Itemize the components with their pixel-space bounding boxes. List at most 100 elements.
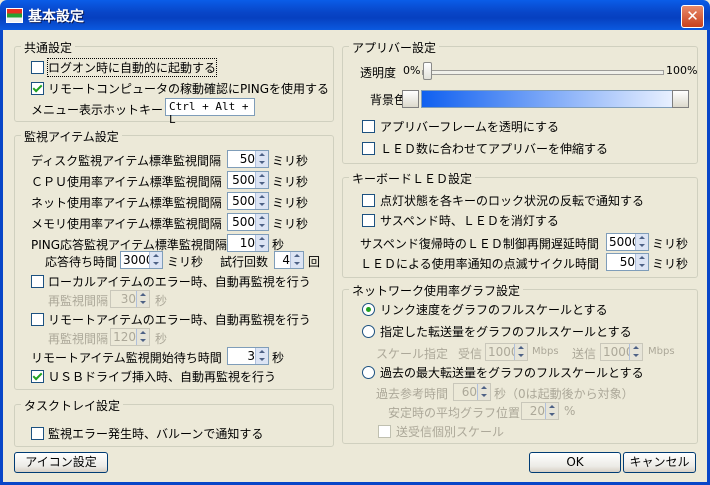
- transparency-slider-thumb[interactable]: [423, 62, 432, 80]
- spin-arrows-icon[interactable]: [635, 254, 648, 270]
- monitor-row-value: 10: [239, 236, 255, 250]
- monitor-row-spin[interactable]: 50: [227, 150, 269, 168]
- timeout-unit: ミリ秒: [167, 255, 204, 269]
- hotkey-label: メニュー表示ホットキー: [31, 103, 164, 117]
- ref-time-spin[interactable]: 60: [453, 383, 491, 401]
- title-bar: 基本設定 ✕: [0, 0, 710, 30]
- monitor-row-value: 500: [232, 194, 255, 208]
- remote-interval-label: 再監視間隔: [48, 332, 109, 346]
- monitor-row-spin[interactable]: 10: [227, 234, 269, 252]
- fullscale-fixed-radio[interactable]: [362, 325, 375, 338]
- timeout-value: 3000: [123, 253, 154, 267]
- local-interval-value: 30: [120, 292, 136, 306]
- frame-transparent-checkbox[interactable]: [362, 120, 375, 133]
- monitor-row-label: ＣＰＵ使用率アイテム標準監視間隔: [31, 175, 222, 189]
- remote-wait-spin[interactable]: 3: [227, 347, 269, 365]
- monitor-row-label: ディスク監視アイテム標準監視間隔: [31, 154, 221, 168]
- monitor-row-unit: ミリ秒: [272, 175, 309, 189]
- fullscale-max-radio[interactable]: [362, 366, 375, 379]
- hotkey-input[interactable]: Ctrl + Alt + L: [165, 98, 255, 126]
- ping-label: リモートコンピュータの稼動確認にPINGを使用する: [48, 82, 330, 96]
- spin-arrows-icon[interactable]: [255, 235, 268, 251]
- group-tasktray-title: タスクトレイ設定: [21, 397, 124, 414]
- frame-transparent-label: アプリバーフレームを透明にする: [380, 120, 560, 134]
- blink-cycle-unit: ミリ秒: [652, 257, 689, 271]
- suspend-off-label: サスペンド時、ＬＥＤを消灯する: [380, 214, 559, 228]
- transparency-slider-track[interactable]: [422, 70, 664, 75]
- timeout-spin[interactable]: 3000: [120, 251, 163, 269]
- monitor-row-spin[interactable]: 500: [227, 213, 269, 231]
- remote-error-checkbox[interactable]: [31, 313, 44, 326]
- transparency-max: 100%: [666, 64, 698, 77]
- avg-position-spin[interactable]: 20: [521, 402, 559, 420]
- remote-interval-spin[interactable]: 120: [110, 328, 150, 346]
- spin-arrows-icon[interactable]: [477, 384, 490, 400]
- monitor-row-spin[interactable]: 500: [227, 171, 269, 189]
- remote-interval-value: 120: [113, 330, 136, 344]
- spin-arrows-icon[interactable]: [255, 348, 268, 364]
- recv-label: 受信: [458, 347, 483, 361]
- avg-position-label: 安定時の平均グラフ位置: [388, 406, 521, 420]
- retry-unit: 回: [308, 255, 321, 269]
- monitor-row-spin[interactable]: 500: [227, 192, 269, 210]
- spin-arrows-icon[interactable]: [149, 252, 162, 268]
- group-appbar-title: アプリバー設定: [349, 39, 440, 56]
- avg-position-value: 20: [529, 404, 545, 418]
- autostart-checkbox[interactable]: [31, 61, 44, 74]
- remote-interval-unit: 秒: [155, 332, 168, 346]
- fullscale-fixed-label: 指定した転送量をグラフのフルスケールとする: [380, 325, 632, 339]
- recv-unit: Mbps: [532, 346, 559, 357]
- monitor-row-label: メモリ使用率アイテム標準監視間隔: [31, 217, 222, 231]
- local-interval-unit: 秒: [155, 294, 168, 308]
- blink-cycle-spin[interactable]: 50: [606, 253, 649, 271]
- remote-wait-label: リモートアイテム監視開始待ち時間: [31, 351, 222, 365]
- blink-cycle-value: 50: [619, 255, 635, 269]
- retry-spin[interactable]: 4: [274, 251, 304, 269]
- suspend-off-checkbox[interactable]: [362, 214, 375, 227]
- spin-arrows-icon[interactable]: [255, 193, 268, 209]
- balloon-checkbox[interactable]: [31, 427, 44, 440]
- fullscale-link-radio[interactable]: [362, 303, 375, 316]
- ref-time-unit: 秒（0は起動後から対象）: [494, 387, 634, 401]
- local-interval-spin[interactable]: 30: [110, 290, 150, 308]
- window-title: 基本設定: [28, 9, 84, 25]
- spin-arrows-icon[interactable]: [255, 151, 268, 167]
- resume-delay-spin[interactable]: 5000: [606, 233, 649, 251]
- spin-arrows-icon[interactable]: [136, 329, 149, 345]
- cancel-button[interactable]: キャンセル: [623, 452, 696, 473]
- spin-arrows-icon[interactable]: [635, 234, 648, 250]
- spin-arrows-icon[interactable]: [514, 344, 527, 360]
- spin-arrows-icon[interactable]: [255, 172, 268, 188]
- transparency-label: 透明度: [360, 66, 397, 80]
- ping-checkbox[interactable]: [31, 82, 44, 95]
- fullscale-link-label: リンク速度をグラフのフルスケールとする: [380, 303, 608, 317]
- spin-arrows-icon[interactable]: [629, 344, 642, 360]
- group-common-title: 共通設定: [21, 39, 76, 56]
- resume-delay-value: 5000: [609, 235, 640, 249]
- remote-wait-value: 3: [247, 349, 255, 363]
- bg-color-left-button[interactable]: [402, 90, 419, 108]
- remote-wait-unit: 秒: [272, 351, 285, 365]
- separate-scale-label: 送受信個別スケール: [396, 425, 505, 439]
- monitor-row-unit: ミリ秒: [272, 217, 309, 231]
- group-netgraph-title: ネットワーク使用率グラフ設定: [349, 282, 524, 299]
- recv-spin[interactable]: 1000: [485, 343, 528, 361]
- icon-settings-button[interactable]: アイコン設定: [14, 452, 108, 473]
- lock-notify-checkbox[interactable]: [362, 194, 375, 207]
- bg-color-right-button[interactable]: [672, 90, 689, 108]
- spin-arrows-icon[interactable]: [545, 403, 558, 419]
- local-error-checkbox[interactable]: [31, 275, 44, 288]
- app-icon: [6, 8, 23, 23]
- send-spin[interactable]: 1000: [600, 343, 643, 361]
- monitor-row-unit: ミリ秒: [272, 196, 309, 210]
- spin-arrows-icon[interactable]: [255, 214, 268, 230]
- spin-arrows-icon[interactable]: [136, 291, 149, 307]
- timeout-label: 応答待ち時間: [45, 255, 118, 269]
- separate-scale-checkbox[interactable]: [378, 425, 391, 438]
- close-button[interactable]: ✕: [681, 5, 704, 28]
- bg-color-gradient[interactable]: [421, 90, 673, 108]
- stretch-checkbox[interactable]: [362, 142, 375, 155]
- spin-arrows-icon[interactable]: [290, 252, 303, 268]
- ok-button[interactable]: OK: [529, 452, 621, 473]
- usb-checkbox[interactable]: [31, 370, 44, 383]
